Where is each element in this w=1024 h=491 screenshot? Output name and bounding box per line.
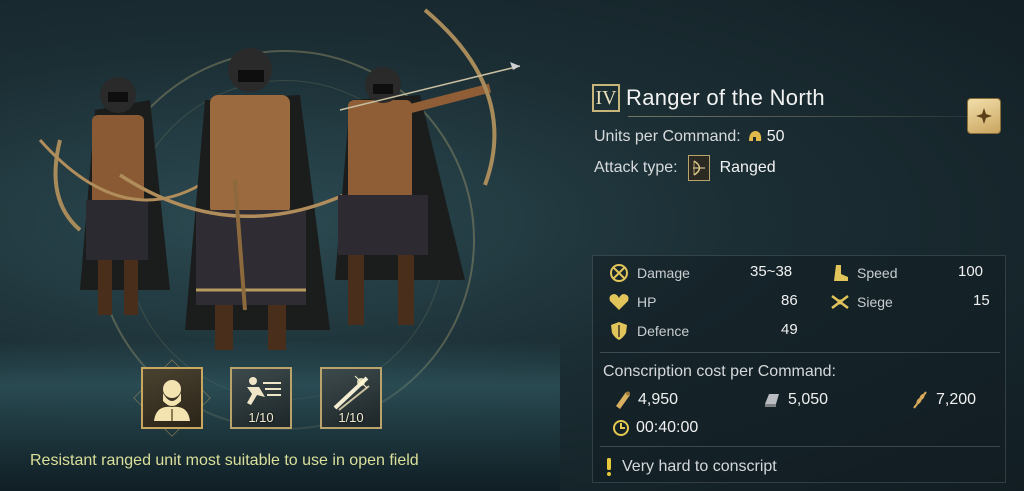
tier-badge: IV [592, 84, 620, 112]
cost-wood: 4,950 [612, 390, 678, 410]
stat-speed: Speed [830, 263, 897, 283]
iron-cost-value: 5,050 [788, 391, 829, 408]
grain-icon [910, 390, 930, 410]
running-figure-icon [247, 377, 281, 405]
wood-cost-value: 4,950 [638, 391, 679, 408]
siege-icon [830, 292, 850, 312]
ranger-left-figure [38, 77, 201, 315]
cost-grain: 7,200 [910, 390, 976, 410]
bearded-man-icon [154, 380, 190, 421]
skill-blades-slot[interactable]: 1/10 [320, 367, 382, 429]
attack-type-label: Attack type: [594, 159, 678, 176]
hp-value-cell: 86 [781, 292, 798, 309]
rangers-illustration [38, 8, 521, 350]
unit-title-row: IV Ranger of the North [592, 84, 825, 112]
damage-value: 35~38 [750, 263, 793, 280]
conscription-time: 00:40:00 [612, 419, 698, 437]
codex-book-icon[interactable] [967, 98, 1001, 134]
unit-name: Ranger of the North [626, 85, 825, 110]
skill-sprint-slot[interactable]: 1/10 [230, 367, 292, 429]
bow-icon [687, 155, 710, 181]
ranger-right-figure [335, 8, 521, 325]
damage-icon [608, 263, 630, 283]
siege-value-cell: 15 [973, 292, 990, 309]
hp-value: 86 [781, 292, 798, 309]
defence-label: Defence [637, 323, 690, 339]
units-per-command-row: Units per Command: 50 [594, 128, 785, 146]
skill-portrait-slot[interactable] [141, 367, 203, 429]
units-per-command-label: Units per Command: [594, 128, 741, 145]
damage-label: Damage [637, 265, 690, 281]
skill-level: 1/10 [338, 410, 364, 425]
stat-damage: Damage [608, 263, 690, 283]
heart-icon [608, 292, 630, 312]
speed-value-cell: 100 [958, 263, 983, 280]
title-divider [628, 116, 968, 117]
speed-value: 100 [958, 263, 984, 280]
speed-label: Speed [857, 265, 898, 281]
cost-iron: 5,050 [762, 390, 828, 410]
iron-ingot-icon [762, 390, 782, 410]
shield-icon [608, 321, 630, 341]
boot-icon [830, 263, 850, 283]
unit-description: Resistant ranged unit most suitable to u… [30, 452, 419, 469]
warning-text: Very hard to conscript [622, 458, 777, 475]
conscription-warning: Very hard to conscript [604, 457, 777, 477]
clock-icon [612, 419, 630, 437]
defence-value-cell: 49 [781, 321, 798, 338]
stat-siege: Siege [830, 292, 893, 312]
wood-icon [612, 390, 632, 410]
warning-divider [600, 446, 1000, 447]
skill-level: 1/10 [248, 410, 274, 425]
exclamation-icon [604, 457, 614, 477]
conscription-title: Conscription cost per Command: [603, 363, 836, 380]
attack-type-value: Ranged [719, 159, 776, 176]
damage-value-cell: 35~38 [750, 263, 792, 280]
grain-cost-value: 7,200 [936, 391, 977, 408]
siege-label: Siege [857, 294, 893, 310]
helmet-icon [747, 129, 763, 145]
defence-value: 49 [781, 321, 798, 338]
star-emblem-icon [976, 108, 992, 124]
hp-label: HP [637, 294, 657, 310]
units-per-command-value: 50 [766, 128, 785, 145]
crossed-blades-icon [333, 375, 370, 411]
unit-showcase: 1/10 1/10 Resistant ranged unit most sui… [0, 0, 560, 491]
stats-divider [600, 352, 1000, 353]
attack-type-row: Attack type: Ranged [594, 155, 776, 181]
stat-defence: Defence [608, 321, 689, 341]
stat-hp: HP [608, 292, 656, 312]
time-value: 00:40:00 [636, 419, 699, 436]
siege-value: 15 [973, 292, 990, 309]
